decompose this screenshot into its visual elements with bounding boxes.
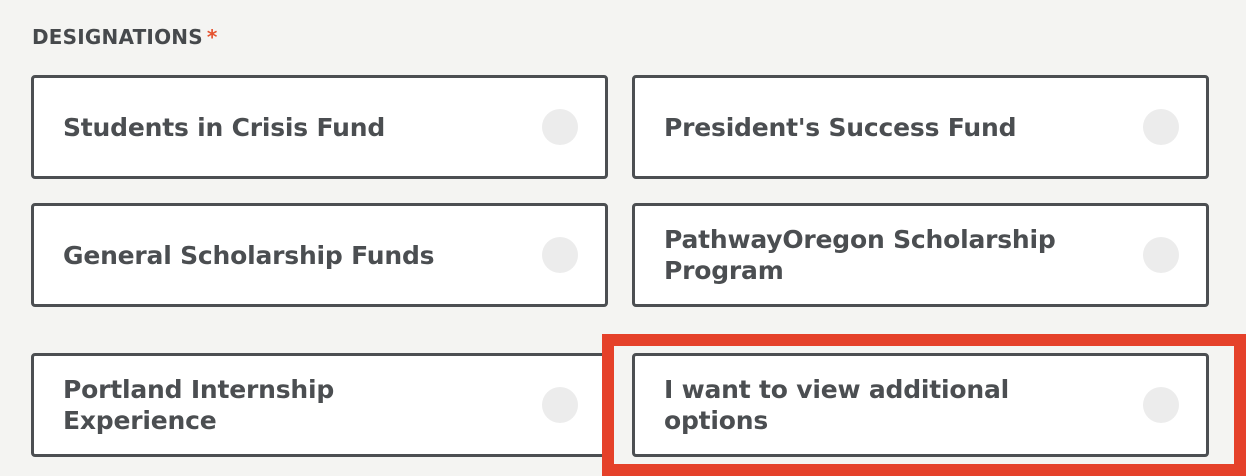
option-label: General Scholarship Funds	[63, 240, 435, 270]
radio-button-icon[interactable]	[1143, 387, 1179, 423]
option-label: President's Success Fund	[664, 112, 1017, 142]
option-pathwayoregon-scholarship-program[interactable]: PathwayOregon Scholarship Program	[632, 203, 1209, 307]
radio-button-icon[interactable]	[542, 387, 578, 423]
radio-button-icon[interactable]	[1143, 237, 1179, 273]
option-label: I want to view additional options	[664, 375, 1010, 435]
option-label: PathwayOregon Scholarship Program	[664, 225, 1056, 285]
radio-button-icon[interactable]	[542, 109, 578, 145]
radio-button-icon[interactable]	[1143, 109, 1179, 145]
option-view-additional-options[interactable]: I want to view additional options	[632, 353, 1209, 457]
radio-button-icon[interactable]	[542, 237, 578, 273]
option-students-in-crisis-fund[interactable]: Students in Crisis Fund	[31, 75, 608, 179]
option-label: Students in Crisis Fund	[63, 112, 386, 142]
option-general-scholarship-funds[interactable]: General Scholarship Funds	[31, 203, 608, 307]
option-presidents-success-fund[interactable]: President's Success Fund	[632, 75, 1209, 179]
designations-options: Students in Crisis Fund President's Succ…	[0, 0, 1246, 476]
option-portland-internship-experience[interactable]: Portland Internship Experience	[31, 353, 608, 457]
option-label: Portland Internship Experience	[63, 375, 335, 435]
